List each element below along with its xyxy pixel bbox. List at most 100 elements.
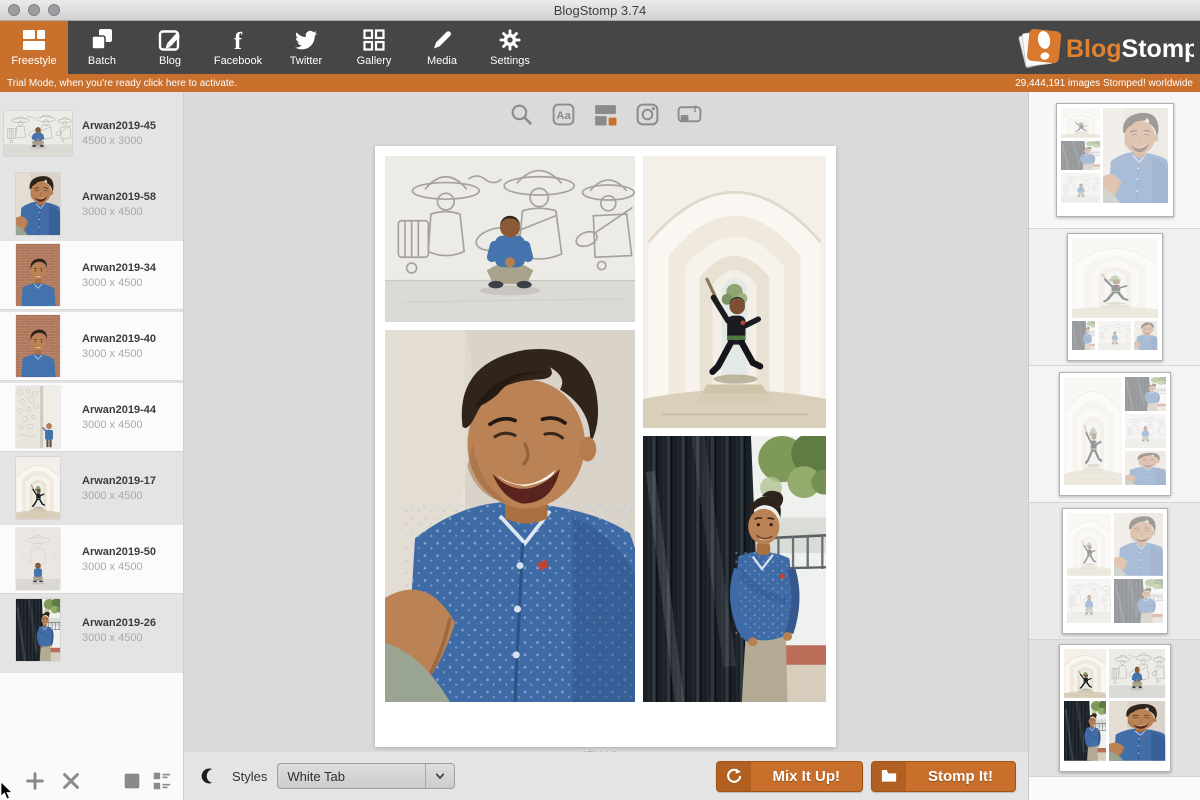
tab-gallery[interactable]: Gallery xyxy=(340,21,408,74)
blogstomp-logo: BlogStomp3 xyxy=(1014,25,1194,71)
zoom-window-button[interactable] xyxy=(48,4,60,16)
file-thumbnail xyxy=(0,386,76,448)
layout-preview-1[interactable] xyxy=(1056,103,1174,217)
folder-icon xyxy=(872,762,906,791)
tab-freestyle[interactable]: Freestyle xyxy=(0,21,68,74)
file-name: Arwan2019-45 xyxy=(82,120,156,132)
file-dimensions: 3000 x 4500 xyxy=(82,490,156,502)
contrast-toggle-button[interactable] xyxy=(200,766,220,786)
mouse-cursor xyxy=(0,782,14,800)
list-view-button[interactable] xyxy=(151,770,173,792)
close-window-button[interactable] xyxy=(8,4,20,16)
file-dimensions: 3000 x 4500 xyxy=(82,419,156,431)
style-dropdown[interactable]: White Tab xyxy=(277,763,455,789)
zoom-tool-button[interactable] xyxy=(509,102,534,127)
tab-label: Blog xyxy=(159,55,181,67)
layout-preview-3[interactable] xyxy=(1059,372,1171,496)
tab-label: Media xyxy=(427,55,457,67)
tab-icon xyxy=(498,28,522,52)
layout-preview-row xyxy=(1029,92,1200,229)
instagram-tool-button[interactable] xyxy=(635,102,660,127)
file-name: Arwan2019-50 xyxy=(82,546,156,558)
trial-mode-message[interactable]: Trial Mode, when you're ready click here… xyxy=(7,78,237,89)
file-dimensions: 3000 x 4500 xyxy=(82,277,156,289)
layout-preview-row xyxy=(1029,503,1200,640)
tab-icon xyxy=(22,28,46,52)
tab-icon xyxy=(90,28,114,52)
sidebar-footer xyxy=(0,673,183,800)
tab-label: Twitter xyxy=(290,55,322,67)
file-thumbnail xyxy=(0,173,76,235)
collage-photo-laugh[interactable] xyxy=(385,330,635,702)
stomp-it-button[interactable]: Stomp It! xyxy=(871,761,1016,792)
file-item-Arwan2019-50[interactable]: Arwan2019-50 3000 x 4500 xyxy=(0,524,183,594)
file-item-Arwan2019-45[interactable]: Arwan2019-45 4500 x 3000 xyxy=(0,98,183,168)
remove-images-button[interactable] xyxy=(60,770,82,792)
layout-preview-5[interactable] xyxy=(1059,644,1171,772)
search-icon xyxy=(509,102,534,127)
grid-view-button[interactable] xyxy=(121,770,143,792)
dropdown-arrow[interactable] xyxy=(425,764,454,788)
file-item-Arwan2019-17[interactable]: Arwan2019-17 3000 x 4500 xyxy=(0,453,183,523)
collage-photo-arch[interactable] xyxy=(643,156,826,428)
tab-icon xyxy=(158,28,182,52)
collage-page xyxy=(375,146,836,747)
collage-photo-fence[interactable] xyxy=(643,436,826,702)
tab-label: Batch xyxy=(88,55,116,67)
layout-preview-row xyxy=(1029,366,1200,503)
add-images-button[interactable] xyxy=(24,770,46,792)
plus-icon xyxy=(24,770,46,792)
logo-text-stomp: Stomp xyxy=(1122,35,1194,63)
text-icon: Aa xyxy=(551,102,576,127)
file-thumbnail xyxy=(0,457,76,519)
layout-icon xyxy=(593,102,618,127)
titlebar: BlogStomp 3.74 xyxy=(0,0,1200,21)
tab-blog[interactable]: Blog xyxy=(136,21,204,74)
app-window: BlogStomp 3.74 Freestyle Batch Blog Face… xyxy=(0,0,1200,800)
style-dropdown-value: White Tab xyxy=(278,769,425,784)
tab-label: Facebook xyxy=(214,55,262,67)
file-name: Arwan2019-40 xyxy=(82,333,156,345)
file-item-Arwan2019-34[interactable]: Arwan2019-34 3000 x 4500 xyxy=(0,240,183,310)
collage-photo-mural[interactable] xyxy=(385,156,635,322)
tab-settings[interactable]: Settings xyxy=(476,21,544,74)
file-dimensions: 3000 x 4500 xyxy=(82,561,156,573)
file-item-Arwan2019-40[interactable]: Arwan2019-40 3000 x 4500 xyxy=(0,311,183,381)
layout-style-tool-button[interactable] xyxy=(593,102,618,127)
file-name: Arwan2019-44 xyxy=(82,404,156,416)
file-thumbnail xyxy=(0,528,76,590)
mix-it-up-button[interactable]: Mix It Up! xyxy=(716,761,864,792)
tab-icon xyxy=(226,28,250,52)
window-title: BlogStomp 3.74 xyxy=(0,3,1200,18)
image-sidebar: Arwan2019-45 4500 x 3000 Arwan2019-58 30… xyxy=(0,92,184,800)
bottom-bar: Styles White Tab Mix It Up! xyxy=(184,752,1028,800)
trial-mode-bar[interactable]: Trial Mode, when you're ready click here… xyxy=(0,74,1200,92)
file-name: Arwan2019-58 xyxy=(82,191,156,203)
file-thumbnail xyxy=(0,315,76,377)
tab-twitter[interactable]: Twitter xyxy=(272,21,340,74)
tab-media[interactable]: Media xyxy=(408,21,476,74)
tab-batch[interactable]: Batch xyxy=(68,21,136,74)
file-name: Arwan2019-26 xyxy=(82,617,156,629)
tab-icon xyxy=(294,28,318,52)
file-name: Arwan2019-34 xyxy=(82,262,156,274)
file-item-Arwan2019-26[interactable]: Arwan2019-26 3000 x 4500 xyxy=(0,595,183,665)
file-dimensions: 3000 x 4500 xyxy=(82,206,156,218)
tab-label: Gallery xyxy=(357,55,392,67)
layout-preview-2[interactable] xyxy=(1067,233,1163,361)
instagram-icon xyxy=(635,102,660,127)
window-controls xyxy=(8,4,60,16)
file-item-Arwan2019-58[interactable]: Arwan2019-58 3000 x 4500 xyxy=(0,169,183,239)
layout-preview-4[interactable] xyxy=(1062,508,1168,634)
file-thumbnail xyxy=(0,111,76,156)
svg-text:Aa: Aa xyxy=(556,110,571,122)
close-icon xyxy=(60,770,82,792)
facebook-frame-tool-button[interactable]: f xyxy=(677,102,702,127)
file-item-Arwan2019-44[interactable]: Arwan2019-44 3000 x 4500 xyxy=(0,382,183,452)
main-toolbar: Freestyle Batch Blog Facebook Twitter Ga… xyxy=(0,21,1200,74)
tab-facebook[interactable]: Facebook xyxy=(204,21,272,74)
chevron-down-icon xyxy=(432,768,448,784)
file-name: Arwan2019-17 xyxy=(82,475,156,487)
minimize-window-button[interactable] xyxy=(28,4,40,16)
text-tool-button[interactable]: Aa xyxy=(551,102,576,127)
